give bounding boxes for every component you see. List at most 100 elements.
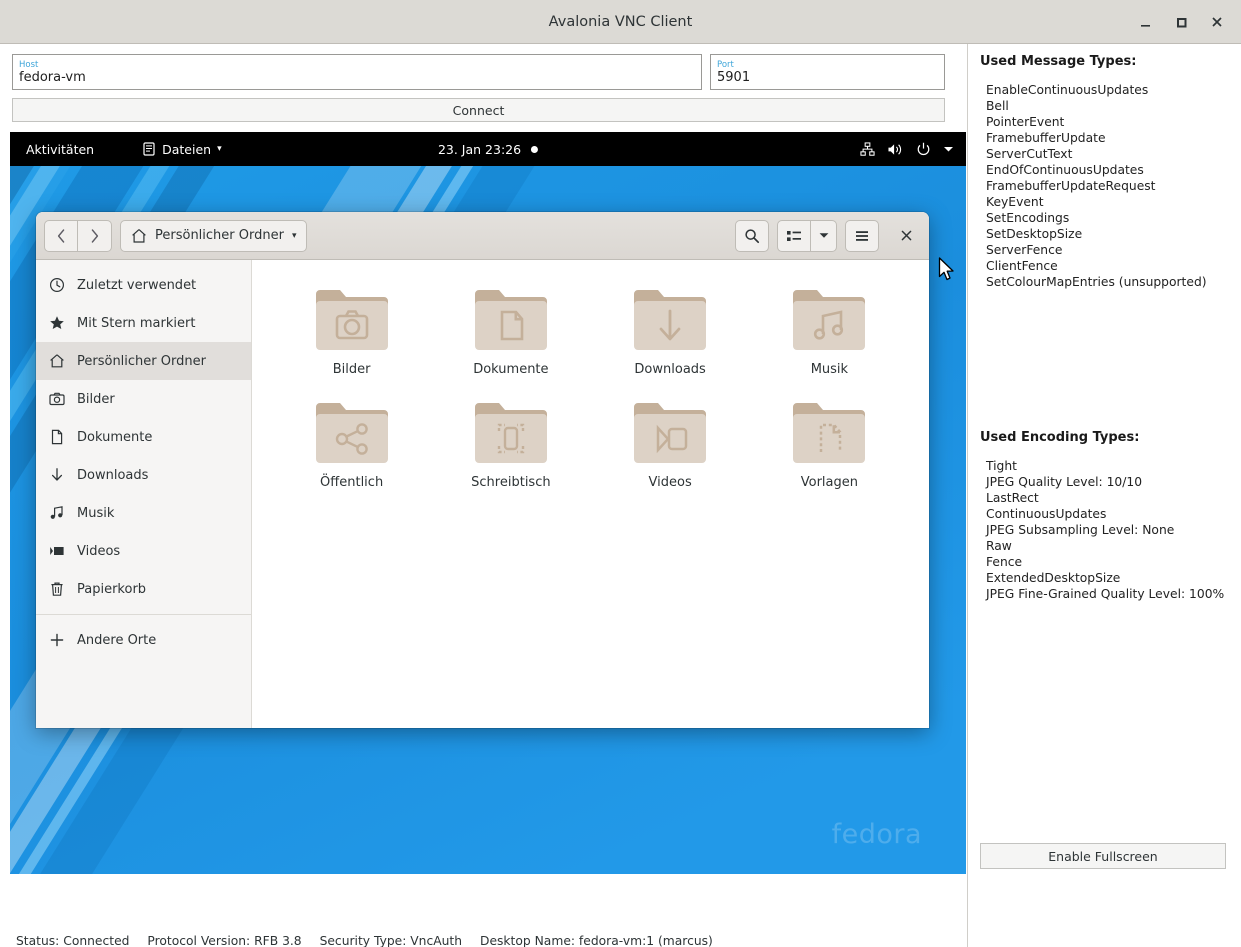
sidebar-item-pictures[interactable]: Bilder: [36, 380, 251, 418]
message-type-item: PointerEvent: [986, 115, 1065, 129]
encoding-type-item: ContinuousUpdates: [986, 507, 1107, 521]
message-type-item: ServerCutText: [986, 147, 1073, 161]
close-icon: [1212, 17, 1222, 27]
file-item-bilder[interactable]: Bilder: [272, 276, 431, 381]
view-options-button[interactable]: [811, 219, 837, 252]
enable-fullscreen-button[interactable]: Enable Fullscreen: [980, 843, 1226, 869]
chevron-left-icon: [57, 228, 64, 243]
file-label: Downloads: [634, 362, 706, 377]
port-input[interactable]: [717, 69, 938, 86]
chevron-right-icon: [91, 228, 99, 243]
sidebar-item-music[interactable]: Musik: [36, 494, 251, 532]
encoding-type-item: Raw: [986, 539, 1012, 553]
window-titlebar: Avalonia VNC Client: [0, 0, 1241, 44]
folder-video-icon: [634, 403, 707, 463]
file-item-oeffentlich[interactable]: Öffentlich: [272, 389, 431, 494]
camera-icon: [48, 391, 65, 408]
folder-camera-icon: [315, 290, 388, 350]
volume-icon: [888, 143, 902, 155]
sidebar-item-label: Mit Stern markiert: [77, 315, 196, 331]
back-button[interactable]: [44, 219, 78, 252]
message-types-title: Used Message Types:: [980, 54, 1137, 69]
sidebar-item-documents[interactable]: Dokumente: [36, 418, 251, 456]
document-icon: [48, 429, 65, 446]
host-field[interactable]: Host: [12, 54, 702, 90]
app-menu-caret-icon: ▾: [217, 144, 222, 154]
close-button[interactable]: [1201, 6, 1233, 38]
sidebar-item-label: Persönlicher Ordner: [77, 353, 206, 369]
sidebar-item-label: Downloads: [77, 467, 149, 483]
file-manager-headerbar: Persönlicher Ordner ▾: [36, 212, 929, 260]
hamburger-menu-icon: [856, 230, 868, 241]
sidebar-item-videos[interactable]: Videos: [36, 532, 251, 570]
file-label: Vorlagen: [800, 475, 858, 490]
view-list-icon: [787, 230, 801, 241]
file-label: Musik: [810, 362, 849, 377]
message-type-item: Bell: [986, 99, 1009, 113]
app-menu-button[interactable]: Dateien ▾: [142, 142, 222, 157]
window-title: Avalonia VNC Client: [548, 13, 693, 30]
main-menu-button[interactable]: [845, 219, 879, 252]
message-type-item: EnableContinuousUpdates: [986, 83, 1149, 97]
clock-button[interactable]: 23. Jan 23:26: [437, 141, 539, 157]
sidebar-item-trash[interactable]: Papierkorb: [36, 570, 251, 608]
sidebar-item-label: Papierkorb: [77, 581, 147, 597]
file-item-schreibtisch[interactable]: Schreibtisch: [431, 389, 590, 494]
minimize-button[interactable]: [1129, 6, 1161, 38]
file-item-dokumente[interactable]: Dokumente: [431, 276, 590, 381]
connection-bar: Host Port Connect: [0, 44, 967, 132]
forward-button[interactable]: [78, 219, 112, 252]
path-bar-label: Persönlicher Ordner: [155, 228, 284, 243]
remote-framebuffer[interactable]: fedora Aktivitäten Dateien ▾ 23. Jan 23:…: [10, 132, 966, 874]
folder-music-icon: [793, 290, 866, 350]
sidebar-item-home[interactable]: Persönlicher Ordner: [36, 342, 251, 380]
port-field[interactable]: Port: [710, 54, 945, 90]
file-item-musik[interactable]: Musik: [750, 276, 909, 381]
file-manager-body: Zuletzt verwendet Mit Stern markiert Per…: [36, 260, 929, 728]
view-mode-group: [777, 219, 837, 252]
notification-dot-icon: [531, 145, 539, 153]
chevron-down-icon: [944, 147, 953, 152]
sidebar-item-label: Musik: [77, 505, 115, 521]
connection-fields: Host Port: [12, 54, 955, 90]
sidebar-item-label: Andere Orte: [77, 632, 157, 648]
path-bar[interactable]: Persönlicher Ordner ▾: [120, 219, 308, 252]
message-type-item: KeyEvent: [986, 195, 1044, 209]
status-bar: Status: Connected Protocol Version: RFB …: [0, 924, 967, 947]
view-list-button[interactable]: [777, 219, 811, 252]
clock-icon: [48, 277, 65, 294]
encoding-type-item: Tight: [986, 459, 1017, 473]
music-note-icon: [48, 505, 65, 522]
status-security-type: Security Type: VncAuth: [319, 934, 463, 947]
file-item-vorlagen[interactable]: Vorlagen: [750, 389, 909, 494]
sidebar-item-downloads[interactable]: Downloads: [36, 456, 251, 494]
fedora-watermark: fedora: [831, 819, 922, 850]
vnc-client-window: Avalonia VNC Client Host fedora-vm Port …: [0, 0, 1241, 947]
sidebar-item-label: Zuletzt verwendet: [77, 277, 197, 293]
maximize-button[interactable]: [1165, 6, 1197, 38]
search-button[interactable]: [735, 219, 769, 252]
file-label: Bilder: [332, 362, 371, 377]
message-type-item: FramebufferUpdate: [986, 131, 1106, 145]
file-item-videos[interactable]: Videos: [591, 389, 750, 494]
sidebar-item-label: Videos: [77, 543, 121, 559]
network-wired-icon: [860, 141, 875, 156]
sidebar-item-other-locations[interactable]: Andere Orte: [36, 621, 251, 659]
system-status-area[interactable]: [860, 141, 954, 157]
message-type-item: ClientFence: [986, 259, 1058, 273]
file-manager-close-button[interactable]: [891, 220, 921, 252]
sidebar-item-recent[interactable]: Zuletzt verwendet: [36, 266, 251, 304]
encoding-type-item: Fence: [986, 555, 1023, 569]
navigation-buttons: [44, 219, 112, 252]
host-input[interactable]: [19, 69, 695, 86]
connect-button[interactable]: Connect: [12, 98, 945, 122]
file-item-downloads[interactable]: Downloads: [591, 276, 750, 381]
gnome-top-panel: Aktivitäten Dateien ▾ 23. Jan 23:26: [10, 132, 966, 166]
activities-button[interactable]: Aktivitäten: [26, 142, 94, 157]
file-manager-content: Bilder Dokumente Downloads Musik Öffentl…: [252, 260, 929, 728]
trash-icon: [48, 581, 65, 598]
clock-label: 23. Jan 23:26: [437, 141, 522, 157]
plus-icon: [48, 632, 65, 649]
home-icon: [48, 353, 65, 370]
sidebar-item-starred[interactable]: Mit Stern markiert: [36, 304, 251, 342]
